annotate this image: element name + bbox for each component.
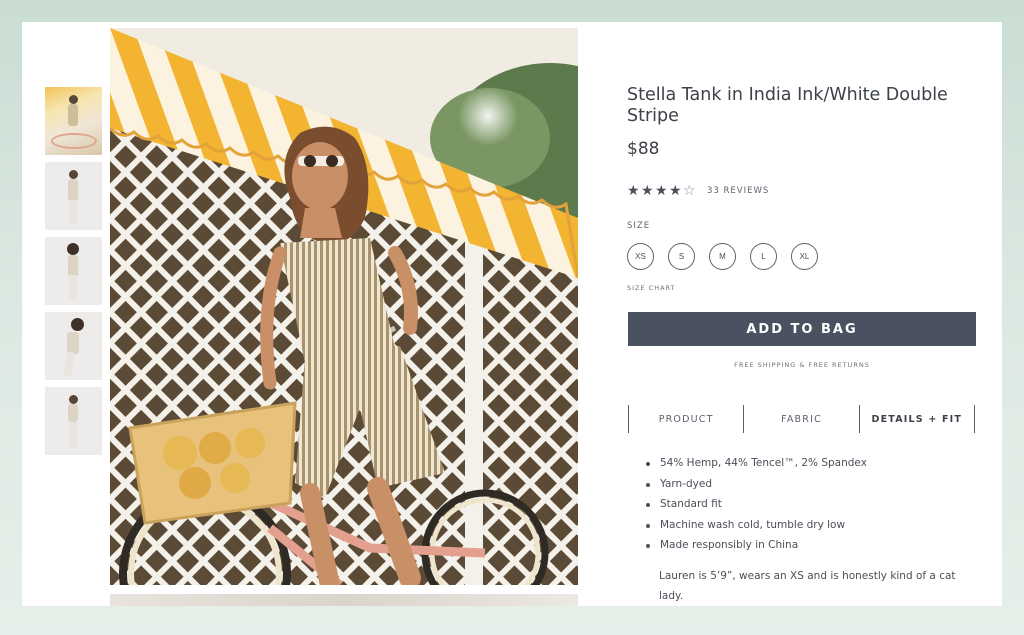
thumbnail-figure-legs [69, 422, 77, 448]
details-list: 54% Hemp, 44% Tencel™, 2% Spandex Yarn-d… [646, 453, 976, 556]
details-fit-panel: 54% Hemp, 44% Tencel™, 2% Spandex Yarn-d… [646, 453, 976, 556]
thumbnail-figure-legs [69, 200, 77, 224]
size-option-xs[interactable]: XS [627, 243, 654, 270]
thumbnail-figure-body [68, 104, 78, 126]
thumbnail-figure-body [68, 179, 78, 201]
size-option-l[interactable]: L [750, 243, 777, 270]
thumbnail-rail [45, 87, 103, 462]
thumbnail-figure-head [69, 395, 78, 404]
star-filled-icon: ★ [627, 183, 640, 199]
thumbnail-figure-head [69, 170, 78, 179]
star-empty-icon: ☆ [683, 183, 696, 199]
product-price: $88 [627, 139, 660, 159]
size-option-s[interactable]: S [668, 243, 695, 270]
product-page: Stella Tank in India Ink/White Double St… [22, 22, 1002, 606]
tab-fabric[interactable]: FABRIC [743, 405, 858, 433]
list-item: Standard fit [646, 494, 976, 515]
product-photo-illustration [110, 28, 578, 585]
size-option-xl[interactable]: XL [791, 243, 818, 270]
thumbnail-figure-head [67, 243, 79, 255]
size-label: SIZE [627, 221, 651, 231]
thumbnail-figure-legs [62, 351, 76, 377]
star-filled-icon: ★ [641, 183, 654, 199]
list-item: 54% Hemp, 44% Tencel™, 2% Spandex [646, 453, 976, 474]
list-item: Machine wash cold, tumble dry low [646, 515, 976, 536]
thumbnail-3[interactable] [45, 237, 102, 305]
thumbnail-figure-body [68, 404, 78, 422]
product-rating: ★ ★ ★ ★ ☆ 33 REVIEWS [627, 184, 769, 198]
thumbnail-5[interactable] [45, 387, 102, 455]
thumbnail-figure-head [71, 318, 84, 331]
add-to-bag-button[interactable]: ADD TO BAG [628, 312, 976, 346]
thumbnail-figure-legs [69, 275, 77, 299]
shipping-note: FREE SHIPPING & FREE RETURNS [734, 361, 870, 369]
tab-details-fit[interactable]: DETAILS + FIT [858, 405, 975, 433]
model-fit-note: Lauren is 5’9”, wears an XS and is hones… [659, 570, 956, 602]
thumbnail-figure-body [68, 255, 78, 277]
star-rating: ★ ★ ★ ★ ☆ [627, 184, 697, 198]
size-chart-link[interactable]: SIZE CHART [627, 284, 676, 292]
thumbnail-2[interactable] [45, 162, 102, 230]
product-title: Stella Tank in India Ink/White Double St… [627, 85, 948, 126]
star-filled-icon: ★ [655, 183, 668, 199]
list-item: Made responsibly in China [646, 535, 976, 556]
next-product-image [110, 594, 578, 606]
main-product-image[interactable] [110, 28, 578, 585]
thumbnail-figure-head [69, 95, 78, 104]
tab-product[interactable]: PRODUCT [628, 405, 743, 433]
thumbnail-4[interactable] [45, 312, 102, 380]
size-selector: XS S M L XL [627, 243, 832, 270]
reviews-link[interactable]: 33 REVIEWS [707, 186, 769, 196]
product-tabs: PRODUCT FABRIC DETAILS + FIT [628, 405, 975, 433]
thumbnail-bike [51, 133, 97, 149]
size-option-m[interactable]: M [709, 243, 736, 270]
star-filled-icon: ★ [669, 183, 682, 199]
list-item: Yarn-dyed [646, 474, 976, 495]
thumbnail-figure-body [67, 332, 79, 354]
thumbnail-1[interactable] [45, 87, 102, 155]
